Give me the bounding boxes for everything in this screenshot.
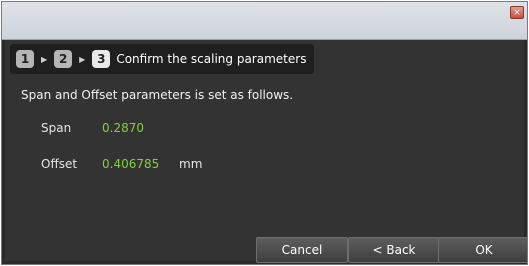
ok-button[interactable]: OK [438,237,527,263]
step-breadcrumb: 1 ▶ 2 ▶ 3 Confirm the scaling parameters [10,44,315,74]
offset-value: 0.406785 [102,157,160,171]
span-label: Span [41,121,72,135]
back-button[interactable]: < Back [348,237,440,263]
step-arrow-icon: ▶ [41,54,48,64]
title-bar: × [2,2,527,40]
dialog-content: 1 ▶ 2 ▶ 3 Confirm the scaling parameters… [5,40,527,263]
intro-text: Span and Offset parameters is set as fol… [21,88,294,102]
step-1-badge: 1 [16,50,34,68]
cancel-button[interactable]: Cancel [256,237,348,263]
step-title: Confirm the scaling parameters [116,52,307,66]
step-arrow-icon: ▶ [79,54,86,64]
offset-label: Offset [41,157,78,171]
span-value: 0.2870 [102,121,144,135]
offset-unit: mm [179,157,203,171]
scaling-dialog-window: × 1 ▶ 2 ▶ 3 Confirm the scaling paramete… [1,1,528,265]
step-2-badge: 2 [54,50,73,68]
close-icon[interactable]: × [510,6,524,19]
step-3-badge: 3 [92,50,111,68]
